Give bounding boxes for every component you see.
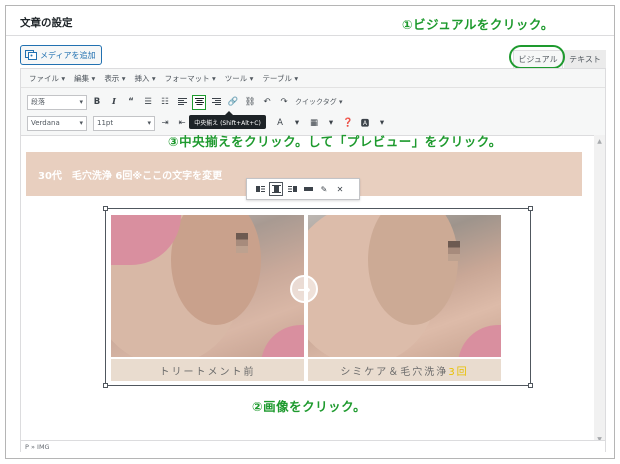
remove-close-icon[interactable]: ✕ bbox=[333, 182, 347, 196]
caption-before: トリートメント前 bbox=[111, 359, 304, 381]
image-toolbar: ✎ ✕ bbox=[246, 178, 360, 200]
toolbar-row-2: Verdana ▾ 11pt ▾ ⇥ ⇤ A ▾ ▦ ▾ ❓ 🅰 ▾ bbox=[21, 113, 605, 133]
menu-table[interactable]: テーブル ▾ bbox=[262, 73, 298, 84]
bullet-list-icon[interactable]: ☰ bbox=[141, 95, 155, 110]
instruction-step1: ①ビジュアルをクリック。 bbox=[402, 17, 554, 32]
menu-file[interactable]: ファイル ▾ bbox=[29, 73, 65, 84]
instruction-step3: ③中央揃えをクリック。して「プレビュー」をクリック。 bbox=[168, 134, 502, 149]
chevron-down-icon: ▾ bbox=[79, 98, 83, 106]
chevron-down-icon: ▾ bbox=[147, 119, 151, 127]
tab-text[interactable]: テキスト bbox=[564, 50, 606, 68]
format-select[interactable]: 段落 ▾ bbox=[27, 94, 87, 110]
image-align-left-icon[interactable] bbox=[253, 182, 267, 196]
caption-after-accent: 3回 bbox=[448, 366, 469, 378]
element-path: P » IMG bbox=[21, 440, 605, 452]
font-size-select[interactable]: 11pt ▾ bbox=[93, 115, 155, 131]
quick-tag-menu[interactable]: クイックタグ ▾ bbox=[295, 97, 342, 107]
table-icon[interactable]: ▦ bbox=[307, 116, 321, 131]
menu-format[interactable]: フォーマット ▾ bbox=[165, 73, 216, 84]
bold-button[interactable]: B bbox=[90, 95, 104, 110]
align-left-icon[interactable] bbox=[175, 95, 189, 110]
align-center-tooltip: 中央揃え (Shift+Alt+C) bbox=[189, 111, 266, 129]
media-icon bbox=[25, 50, 37, 60]
instruction-step2: ②画像をクリック。 bbox=[252, 399, 367, 414]
italic-button[interactable]: I bbox=[107, 95, 121, 110]
chevron-down-icon[interactable]: ▾ bbox=[375, 116, 389, 131]
redo-icon[interactable]: ↷ bbox=[277, 95, 291, 110]
panel-title: 文章の設定 bbox=[20, 17, 73, 29]
numbered-list-icon[interactable]: ☷ bbox=[158, 95, 172, 110]
chevron-down-icon[interactable]: ▾ bbox=[290, 116, 304, 131]
after-photo bbox=[308, 215, 501, 357]
edit-pencil-icon[interactable]: ✎ bbox=[317, 182, 331, 196]
font-size-value: 11pt bbox=[97, 119, 114, 127]
towel-area bbox=[458, 325, 501, 357]
background-color-icon[interactable]: 🅰 bbox=[358, 116, 372, 131]
toolbar-row-1: 段落 ▾ B I “ ☰ ☷ 🔗 ⛓ ↶ ↷ クイックタグ ▾ bbox=[21, 92, 605, 112]
blockquote-button[interactable]: “ bbox=[124, 95, 138, 110]
menu-tools[interactable]: ツール ▾ bbox=[225, 73, 254, 84]
outdent-icon[interactable]: ⇤ bbox=[175, 116, 189, 131]
undo-icon[interactable]: ↶ bbox=[260, 95, 274, 110]
visual-tab-highlight bbox=[509, 45, 565, 69]
font-family-select[interactable]: Verdana ▾ bbox=[27, 115, 87, 131]
editor-scrollbar[interactable]: ▲ ▼ bbox=[594, 135, 605, 445]
font-family-value: Verdana bbox=[31, 119, 60, 127]
unlink-icon[interactable]: ⛓ bbox=[243, 95, 257, 110]
resize-handle[interactable] bbox=[103, 383, 108, 388]
editor-menubar: ファイル ▾ 編集 ▾ 表示 ▾ 挿入 ▾ フォーマット ▾ ツール ▾ テーブ… bbox=[21, 69, 605, 88]
before-photo bbox=[111, 215, 304, 357]
resize-handle[interactable] bbox=[528, 383, 533, 388]
caption-after: シミケア＆毛穴洗浄 3回 bbox=[308, 359, 501, 381]
image-align-right-icon[interactable] bbox=[285, 182, 299, 196]
mosaic-blur bbox=[236, 233, 248, 253]
format-select-value: 段落 bbox=[31, 98, 45, 106]
arrow-right-icon: → bbox=[290, 275, 318, 303]
indent-icon[interactable]: ⇥ bbox=[158, 116, 172, 131]
resize-handle[interactable] bbox=[528, 206, 533, 211]
resize-handle[interactable] bbox=[103, 206, 108, 211]
selected-image[interactable]: → トリートメント前 シミケア＆毛穴洗浄 3回 bbox=[103, 206, 533, 388]
text-color-button[interactable]: A bbox=[273, 116, 287, 131]
chevron-down-icon[interactable]: ▾ bbox=[324, 116, 338, 131]
chevron-down-icon: ▾ bbox=[79, 119, 83, 127]
mosaic-blur bbox=[448, 241, 460, 261]
image-align-none-icon[interactable] bbox=[301, 182, 315, 196]
caption-after-main: シミケア＆毛穴洗浄 bbox=[340, 366, 449, 378]
towel-area bbox=[261, 325, 304, 357]
align-right-icon[interactable] bbox=[209, 95, 223, 110]
image-align-center-icon[interactable] bbox=[269, 182, 283, 196]
menu-edit[interactable]: 編集 ▾ bbox=[74, 73, 95, 84]
menu-insert[interactable]: 挿入 ▾ bbox=[134, 73, 155, 84]
banner-text[interactable]: 30代 毛穴洗浄 6回※ここの文字を変更 bbox=[38, 167, 222, 182]
help-icon[interactable]: ❓ bbox=[341, 116, 355, 131]
align-center-button[interactable] bbox=[192, 94, 206, 110]
add-media-button[interactable]: メディアを追加 bbox=[20, 45, 102, 65]
link-icon[interactable]: 🔗 bbox=[226, 95, 240, 110]
add-media-label: メディアを追加 bbox=[40, 50, 96, 60]
menu-view[interactable]: 表示 ▾ bbox=[104, 73, 125, 84]
scroll-up-icon[interactable]: ▲ bbox=[594, 136, 605, 146]
